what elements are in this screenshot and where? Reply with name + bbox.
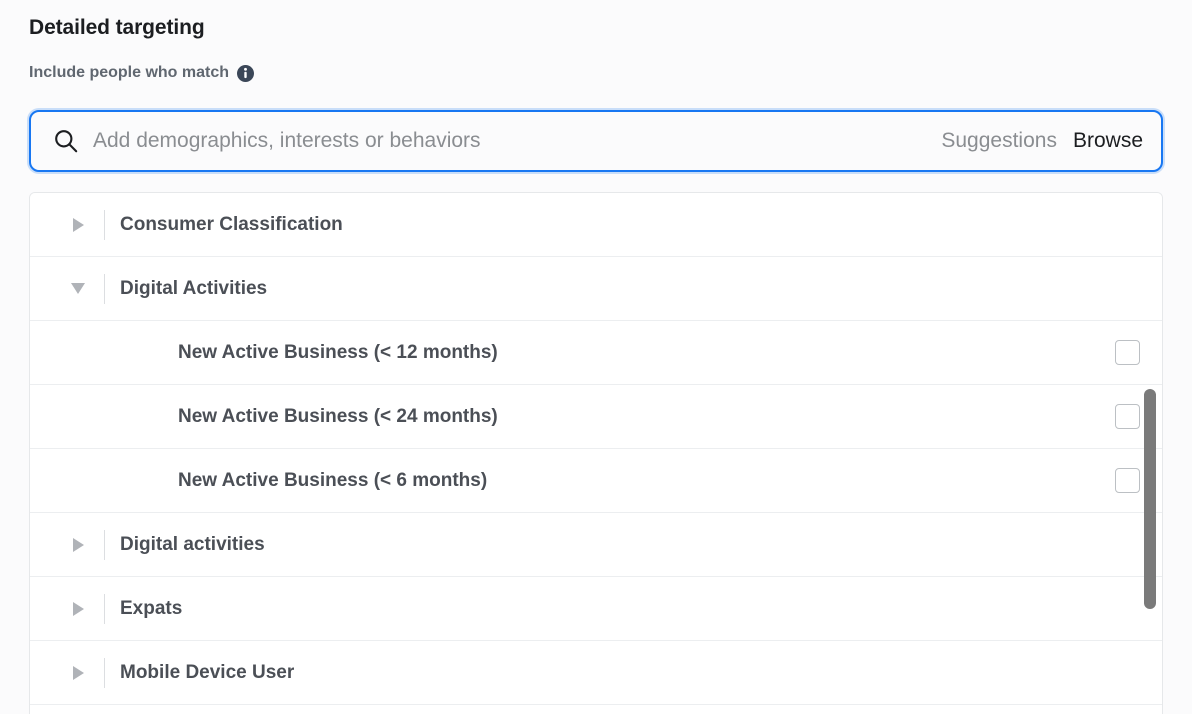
targeting-category-row[interactable]: Expats <box>30 577 1162 641</box>
row-label: New Active Business (< 6 months) <box>178 469 487 493</box>
option-checkbox[interactable] <box>1115 468 1140 493</box>
row-label: New Active Business (< 24 months) <box>178 405 498 429</box>
row-vertical-divider <box>104 210 105 240</box>
subtitle-label: Include people who match <box>29 62 229 84</box>
targeting-category-row[interactable]: Digital activities <box>30 513 1162 577</box>
page-title: Detailed targeting <box>29 15 205 41</box>
targeting-results-list: Consumer Classification Digital Activitie… <box>30 193 1162 714</box>
chevron-down-glyph <box>71 283 85 294</box>
results-scrollbar-thumb[interactable] <box>1144 389 1156 609</box>
row-label: Digital activities <box>120 533 265 557</box>
chevron-down-icon[interactable] <box>58 283 98 294</box>
row-label: New Active Business (< 12 months) <box>178 341 498 365</box>
browse-button[interactable]: Browse <box>1073 129 1143 153</box>
chevron-right-icon[interactable] <box>58 218 98 232</box>
targeting-category-row[interactable]: Digital Activities <box>30 257 1162 321</box>
targeting-option-row[interactable]: New Active Business (< 12 months) <box>30 321 1162 385</box>
targeting-option-row[interactable]: New Active Business (< 24 months) <box>30 385 1162 449</box>
row-label: Mobile Device User <box>120 661 294 685</box>
targeting-category-row[interactable]: Mobile Device User <box>30 641 1162 705</box>
row-vertical-divider <box>104 530 105 560</box>
chevron-right-glyph <box>73 218 84 232</box>
search-input[interactable] <box>93 129 931 153</box>
include-people-who-match-row: Include people who match <box>29 61 254 85</box>
suggestions-button[interactable]: Suggestions <box>941 129 1057 153</box>
search-actions: Suggestions Browse <box>931 129 1143 153</box>
info-icon[interactable] <box>237 65 254 82</box>
chevron-right-glyph <box>73 602 84 616</box>
row-label: Digital Activities <box>120 277 267 301</box>
targeting-category-row[interactable]: Consumer Classification <box>30 193 1162 257</box>
row-label: Expats <box>120 597 182 621</box>
row-vertical-divider <box>104 594 105 624</box>
chevron-right-glyph <box>73 538 84 552</box>
row-vertical-divider <box>104 274 105 304</box>
row-label: Consumer Classification <box>120 213 343 237</box>
targeting-results-panel: Consumer Classification Digital Activitie… <box>29 192 1163 714</box>
detailed-targeting-search-box[interactable]: Suggestions Browse <box>29 110 1163 172</box>
option-checkbox[interactable] <box>1115 340 1140 365</box>
targeting-option-row[interactable]: New Active Business (< 6 months) <box>30 449 1162 513</box>
search-icon <box>53 128 79 154</box>
chevron-right-icon[interactable] <box>58 538 98 552</box>
targeting-category-row[interactable] <box>30 705 1162 714</box>
chevron-right-glyph <box>73 666 84 680</box>
option-checkbox[interactable] <box>1115 404 1140 429</box>
row-vertical-divider <box>104 658 105 688</box>
chevron-right-icon[interactable] <box>58 602 98 616</box>
chevron-right-icon[interactable] <box>58 666 98 680</box>
detailed-targeting-panel: Detailed targeting Include people who ma… <box>0 0 1192 714</box>
